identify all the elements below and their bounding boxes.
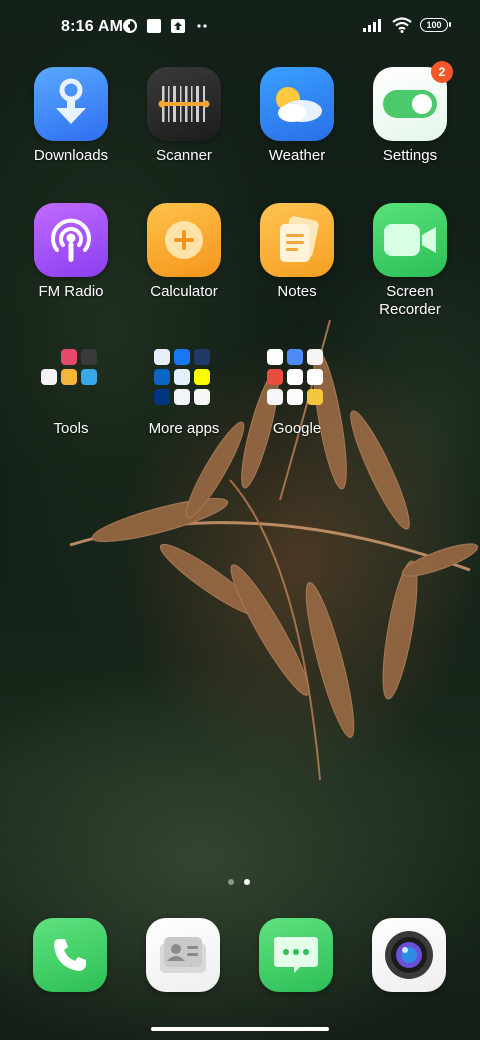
app-fm-radio[interactable]: FM Radio [16,203,126,301]
status-system-icons: 100 [362,17,451,33]
message-icon [259,918,333,992]
phone-icon [33,918,107,992]
mini-app-icon [287,389,303,405]
toggle-icon: 2 [373,61,453,141]
folder-tools[interactable]: Tools [16,340,126,438]
notification-badge: 2 [431,61,453,83]
mini-app-icon [174,369,190,385]
video-camera-icon [373,203,447,277]
app-label: FM Radio [38,283,104,300]
home-indicator[interactable] [151,1027,329,1031]
folder-icon [260,340,334,414]
mini-app-icon [194,349,210,365]
mini-app-icon [307,349,323,365]
mini-app-icon [307,389,323,405]
status-time: 8:16 AM [61,18,124,35]
dock-messages[interactable] [259,918,333,992]
status-notification-icons [122,18,210,34]
app-label: Downloads [33,147,109,164]
app-label: Notes [277,283,317,300]
mini-app-icon [41,369,57,385]
app-label: Calculator [150,283,218,300]
mini-app-icon [287,349,303,365]
upload-notification-icon [171,19,185,33]
app-downloads[interactable]: Downloads [16,67,126,165]
weather-icon [260,67,334,141]
notes-icon [260,203,334,277]
folder-label: Tools [53,420,89,437]
mini-app-icon [154,369,170,385]
download-icon [34,67,108,141]
app-label: Scanner [156,147,212,164]
folder-icon [34,340,108,414]
page-dot-active[interactable] [244,879,250,885]
mini-app-icon [174,389,190,405]
mini-app-icon [194,369,210,385]
app-label: Weather [268,147,326,164]
app-calculator[interactable]: Calculator [129,203,239,301]
dock-camera[interactable] [372,918,446,992]
status-circle-icon [123,19,137,33]
mini-app-icon [61,349,77,365]
mini-app-icon [154,389,170,405]
mini-app-icon [81,369,97,385]
dock-phone[interactable] [33,918,107,992]
app-label: Settings [382,147,438,164]
folder-label: Google [272,420,322,437]
mini-app-icon [267,369,283,385]
app-label: Screen Recorder [379,283,441,318]
folder-google[interactable]: Google [242,340,352,438]
folder-icon [147,340,221,414]
status-bar: 8:16 AM 100 [0,0,480,56]
mini-app-icon [194,389,210,405]
square-notification-icon [147,19,161,33]
calculator-icon [147,203,221,277]
more-dots-icon [197,24,207,28]
mini-app-icon [267,389,283,405]
page-indicator[interactable] [228,879,250,885]
app-screen-recorder[interactable]: Screen Recorder [355,203,465,319]
signal-icon [363,19,381,32]
page-dot[interactable] [228,879,234,885]
app-scanner[interactable]: Scanner [129,67,239,165]
mini-app-icon [154,349,170,365]
battery-icon: 100 [420,18,451,32]
contact-card-icon [146,918,220,992]
app-settings[interactable]: 2 Settings [355,61,465,165]
app-weather[interactable]: Weather [242,67,352,165]
radio-icon [34,203,108,277]
mini-app-icon [287,369,303,385]
dock-contacts[interactable] [146,918,220,992]
mini-app-icon [174,349,190,365]
folder-more-apps[interactable]: More apps [129,340,239,438]
scanner-icon [147,67,221,141]
camera-lens-icon [372,918,446,992]
app-notes[interactable]: Notes [242,203,352,301]
wifi-icon [392,17,412,33]
mini-app-icon [61,369,77,385]
folder-label: More apps [148,420,220,437]
mini-app-icon [307,369,323,385]
mini-app-icon [81,349,97,365]
mini-app-icon [267,349,283,365]
